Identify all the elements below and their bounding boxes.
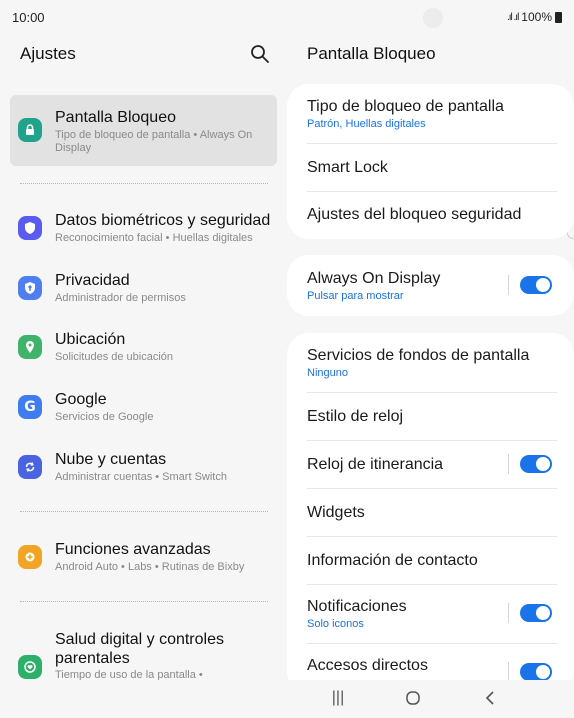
always-on-toggle[interactable] — [520, 276, 552, 294]
menu-item-google[interactable]: G Google Servicios de Google — [10, 384, 277, 430]
menu-item-lock-screen[interactable]: Pantalla Bloqueo Tipo de bloqueo de pant… — [10, 95, 277, 166]
row-title: Reloj de itinerancia — [307, 456, 444, 473]
menu-item-title: Ubicación — [55, 331, 126, 348]
shortcuts-toggle[interactable] — [520, 663, 552, 681]
menu-item-title: Nube y cuentas — [55, 451, 167, 468]
toggle-knob — [536, 278, 550, 292]
menu-item-digital-wellbeing[interactable]: Salud digital y controles parentales Tie… — [10, 624, 277, 680]
menu-item-title: Salud digital y controles parentales — [55, 631, 224, 667]
signal-icon: .ıl .ıl — [506, 11, 519, 23]
status-time: 10:00 — [12, 10, 45, 25]
menu-item-privacy[interactable]: Privacidad Administrador de permisos — [10, 265, 277, 311]
row-title: Ajustes del bloqueo seguridad — [307, 206, 522, 223]
menu-item-title: Datos biométricos y seguridad — [55, 212, 271, 229]
toggle-knob — [536, 665, 550, 679]
always-on-card: Always On Display Pulsar para mostrar — [287, 255, 574, 316]
divider — [20, 511, 268, 512]
menu-item-subtitle: Reconocimiento facial • Huellas digitale… — [55, 232, 253, 244]
row-contact-info[interactable]: Información de contacto — [307, 537, 557, 584]
separator — [508, 275, 509, 295]
gear-plus-icon — [18, 545, 42, 569]
google-icon: G — [18, 395, 42, 419]
recents-icon[interactable]: ||| — [328, 688, 348, 708]
roaming-clock-toggle[interactable] — [520, 455, 552, 473]
battery-text: 100% — [521, 10, 552, 24]
home-icon[interactable] — [403, 688, 423, 708]
separator — [508, 454, 509, 474]
row-subtitle: Pulsar para mostrar — [307, 290, 404, 302]
row-title: Estilo de reloj — [307, 408, 404, 425]
wellbeing-icon — [18, 655, 42, 679]
row-roaming-clock[interactable]: Reloj de itinerancia — [307, 441, 557, 488]
menu-item-subtitle: Tiempo de uso de la pantalla • — [55, 669, 203, 680]
menu-item-title: Google — [55, 391, 107, 408]
menu-item-title: Funciones avanzadas — [55, 541, 211, 558]
separator — [508, 603, 509, 623]
toggle-knob — [536, 606, 550, 620]
clock-face-card: Servicios de fondos de pantalla Ninguno … — [287, 333, 574, 693]
row-subtitle: Solo iconos — [307, 618, 364, 630]
page-title: Pantalla Bloqueo — [307, 44, 436, 63]
row-smart-lock[interactable]: Smart Lock — [307, 144, 557, 191]
battery-icon — [555, 11, 562, 23]
row-always-on-display[interactable]: Always On Display Pulsar para mostrar — [307, 255, 557, 316]
row-title: Smart Lock — [307, 159, 388, 176]
shield-icon — [18, 216, 42, 240]
row-title: Widgets — [307, 504, 365, 521]
row-subtitle: Patrón, Huellas digitales — [307, 118, 426, 130]
row-wallpaper-services[interactable]: Servicios de fondos de pantalla Ninguno — [307, 333, 557, 392]
row-title: Información de contacto — [307, 552, 478, 569]
settings-title: Ajustes — [20, 44, 76, 63]
privacy-icon — [18, 276, 42, 300]
row-notifications[interactable]: Notificaciones Solo iconos — [307, 585, 557, 643]
toggle-knob — [536, 457, 550, 471]
lock-type-card: Tipo de bloqueo de pantalla Patrón, Huel… — [287, 84, 574, 239]
menu-item-cloud-accounts[interactable]: Nube y cuentas Administrar cuentas • Sma… — [10, 444, 277, 490]
search-icon[interactable] — [250, 44, 270, 64]
menu-item-subtitle: Administrar cuentas • Smart Switch — [55, 471, 227, 483]
front-camera — [423, 8, 443, 28]
separator — [508, 662, 509, 682]
menu-item-title: Pantalla Bloqueo — [55, 109, 176, 126]
menu-item-subtitle: Administrador de permisos — [55, 292, 186, 304]
sync-icon — [18, 455, 42, 479]
row-clock-style[interactable]: Estilo de reloj — [307, 393, 557, 440]
location-icon — [18, 335, 42, 359]
row-title: Accesos directos — [307, 657, 428, 674]
row-title: Always On Display — [307, 270, 441, 287]
row-widgets[interactable]: Widgets — [307, 489, 557, 536]
notifications-toggle[interactable] — [520, 604, 552, 622]
row-title: Notificaciones — [307, 598, 407, 615]
menu-item-title: Privacidad — [55, 272, 130, 289]
divider — [20, 183, 268, 184]
menu-item-subtitle: Tipo de bloqueo de pantalla • Always On … — [55, 129, 253, 154]
menu-item-biometrics[interactable]: Datos biométricos y seguridad Reconocimi… — [10, 205, 277, 251]
menu-item-subtitle: Solicitudes de ubicación — [55, 351, 174, 363]
row-lock-type[interactable]: Tipo de bloqueo de pantalla Patrón, Huel… — [307, 84, 557, 142]
divider — [20, 601, 268, 602]
status-icons: .ıl .ıl 100% — [507, 10, 562, 24]
menu-item-subtitle: Servicios de Google — [55, 411, 154, 423]
row-subtitle: Ninguno — [307, 367, 348, 379]
back-icon[interactable] — [480, 688, 500, 708]
row-title: Tipo de bloqueo de pantalla — [307, 98, 504, 115]
lock-icon — [18, 118, 42, 142]
status-bar: 10:00 .ıl .ıl 100% — [0, 0, 574, 34]
row-secure-lock-settings[interactable]: Ajustes del bloqueo seguridad — [307, 192, 557, 239]
menu-item-location[interactable]: Ubicación Solicitudes de ubicación — [10, 324, 277, 370]
menu-item-subtitle: Android Auto • Labs • Rutinas de Bixby — [55, 561, 245, 573]
menu-item-advanced-features[interactable]: Funciones avanzadas Android Auto • Labs … — [10, 534, 277, 580]
navigation-bar: ||| — [0, 680, 574, 718]
row-title: Servicios de fondos de pantalla — [307, 347, 530, 364]
